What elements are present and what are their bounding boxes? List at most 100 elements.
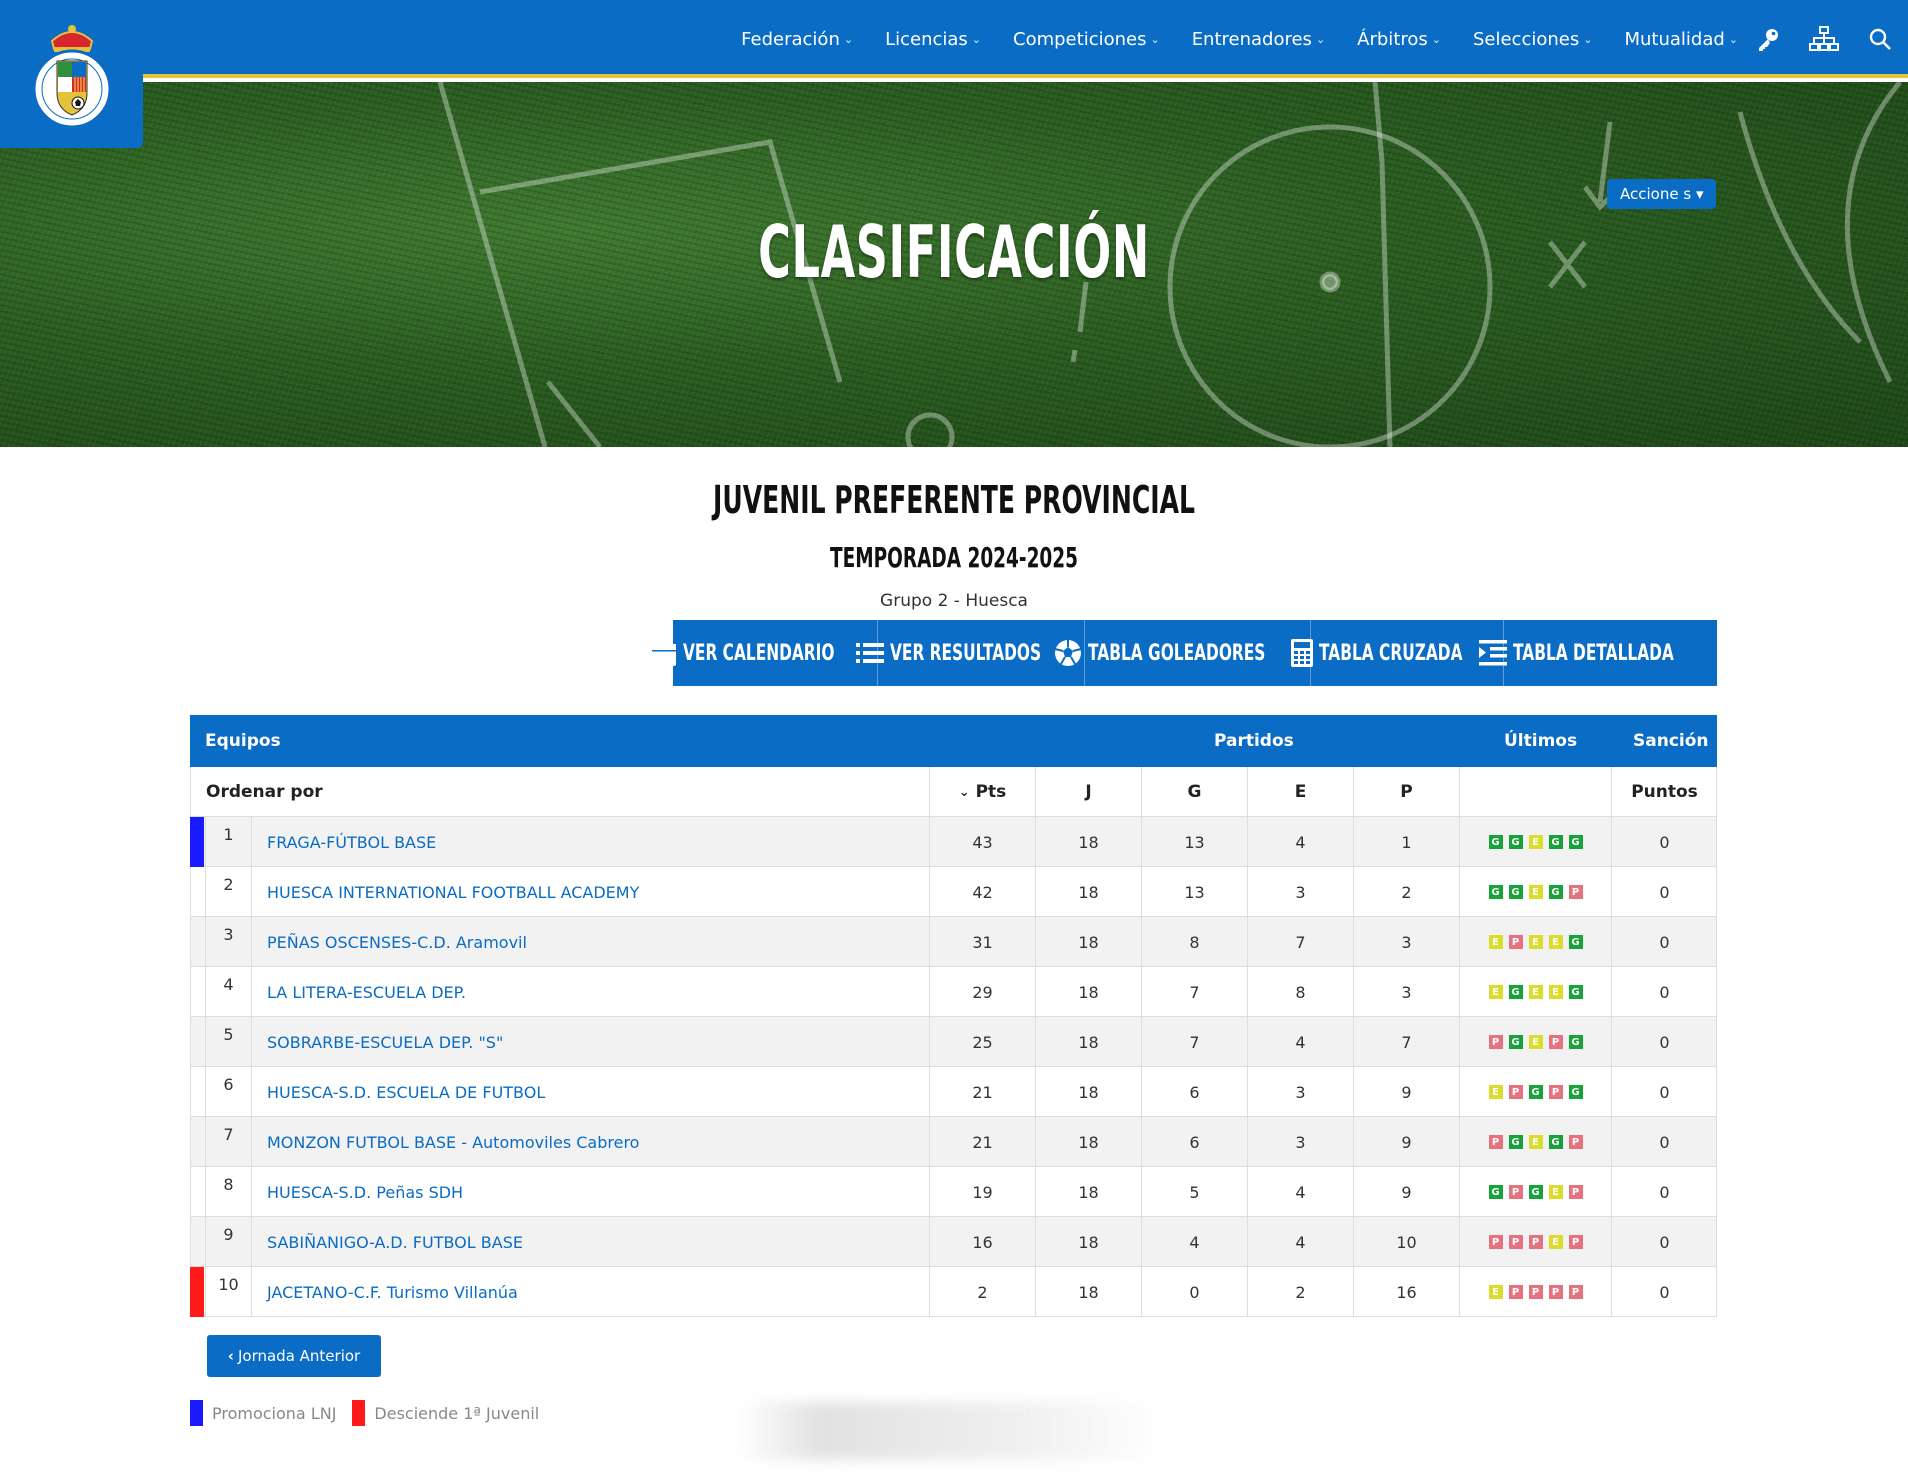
points-header: Puntos [1611,767,1717,817]
cross-table-button[interactable]: TABLA CRUZADA [1290,620,1504,686]
team-link[interactable]: HUESCA-S.D. ESCUELA DE FUTBOL [251,1067,929,1117]
result-badge: G [1548,835,1563,849]
team-link[interactable]: LA LITERA-ESCUELA DEP. [251,967,929,1017]
team-link[interactable]: SABIÑANIGO-A.D. FUTBOL BASE [251,1217,929,1267]
position-cell: 1 [205,817,251,867]
sanction-cell: 0 [1611,1217,1717,1267]
team-link[interactable]: FRAGA-FÚTBOL BASE [251,817,929,867]
calendar-icon [651,640,676,666]
nav-selecciones[interactable]: Selecciones ⌄ [1473,29,1592,50]
result-badge: G [1508,835,1523,849]
form-cell: EGEEG [1459,967,1611,1017]
result-badge: E [1488,1085,1503,1099]
pts-cell: 42 [929,867,1035,917]
top-scorers-button[interactable]: TABLA GOLEADORES [1054,620,1311,686]
p-cell: 7 [1353,1017,1459,1067]
j-cell: 18 [1035,1217,1141,1267]
result-badge: E [1548,985,1563,999]
sort-e-header[interactable]: E [1247,767,1353,817]
detailed-table-button[interactable]: TABLA DETALLADA [1478,620,1717,686]
competition-title: JUVENIL PREFERENTE PROVINCIAL [713,478,1195,522]
nav-label: Entrenadores [1191,28,1312,50]
top-navbar: Federación ⌄ Licencias ⌄ Competiciones ⌄ En… [0,0,1908,78]
season-label: TEMPORADA 2024-2025 [829,541,1079,574]
sort-pts-header[interactable]: ⌄ Pts [929,767,1035,817]
result-badge: P [1488,1235,1503,1249]
legend-relegate: Desciende 1ª Juvenil [352,1400,539,1426]
chevron-down-icon: ⌄ [1150,32,1160,46]
team-link[interactable]: HUESCA-S.D. Peñas SDH [251,1167,929,1217]
promote-marker [190,817,204,867]
sanction-cell: 0 [1611,1167,1717,1217]
row-marker [190,917,204,967]
g-cell: 6 [1141,1067,1247,1117]
result-badge: G [1528,1185,1543,1199]
view-calendar-button[interactable]: VER CALENDARIO [651,620,878,686]
last-results: GPGEP [1488,1185,1583,1199]
last-results: EGEEG [1488,985,1583,999]
team-link[interactable]: SOBRARBE-ESCUELA DEP. "S" [251,1017,929,1067]
result-badge: E [1528,835,1543,849]
result-badge: G [1488,885,1503,899]
g-cell: 13 [1141,867,1247,917]
previous-matchday-button[interactable]: ‹ Jornada Anterior [207,1335,381,1377]
chevron-down-icon: ⌄ [843,32,854,46]
federation-logo[interactable] [0,0,143,148]
sanction-cell: 0 [1611,1117,1717,1167]
j-cell: 18 [1035,867,1141,917]
nav-label: Árbitros [1357,28,1428,50]
sanction-cell: 0 [1611,1067,1717,1117]
j-cell: 18 [1035,917,1141,967]
result-badge: E [1528,985,1543,999]
nav-competiciones[interactable]: Competiciones ⌄ [1013,29,1160,50]
chevron-down-icon: ⌄ [1583,32,1593,46]
p-cell: 9 [1353,1167,1459,1217]
nav-label: Licencias [885,28,968,50]
table-row: 10 JACETANO-C.F. Turismo Villanúa 2 18 0 2 16 E… [190,1267,1717,1317]
promote-swatch [190,1400,203,1426]
p-cell: 2 [1353,867,1459,917]
team-link[interactable]: HUESCA INTERNATIONAL FOOTBALL ACADEMY [251,867,929,917]
key-icon[interactable] [1740,0,1796,78]
result-badge: G [1548,1135,1563,1149]
team-link[interactable]: MONZON FUTBOL BASE - Automoviles Cabrero [251,1117,929,1167]
result-badge: P [1488,1035,1503,1049]
button-label: TABLA DETALLADA [1512,640,1674,666]
result-badge: P [1508,1085,1523,1099]
search-icon[interactable] [1852,0,1908,78]
e-cell: 4 [1247,1167,1353,1217]
sort-p-header[interactable]: P [1353,767,1459,817]
actions-dropdown[interactable]: Accione s ▾ [1607,179,1717,209]
result-badge: G [1548,885,1563,899]
team-link[interactable]: PEÑAS OSCENSES-C.D. Aramovil [251,917,929,967]
sitemap-icon[interactable] [1796,0,1852,78]
e-cell: 3 [1247,1067,1353,1117]
row-marker [190,1167,204,1217]
e-cell: 4 [1247,1017,1353,1067]
nav-licencias[interactable]: Licencias ⌄ [885,29,981,50]
group-label: Grupo 2 - Huesca [880,591,1028,611]
sort-j-header[interactable]: J [1035,767,1141,817]
p-cell: 16 [1353,1267,1459,1317]
nav-arbitros[interactable]: Árbitros ⌄ [1357,29,1441,50]
standings-table: Equipos Partidos Últimos Sanción Ordenar… [190,715,1717,1317]
nav-mutualidad[interactable]: Mutualidad ⌄ [1624,29,1738,50]
result-badge: E [1548,1235,1563,1249]
sanction-cell: 0 [1611,1017,1717,1067]
table-row: 2 HUESCA INTERNATIONAL FOOTBALL ACADEMY 42… [190,867,1717,917]
p-cell: 1 [1353,817,1459,867]
nav-federacion[interactable]: Federación ⌄ [741,29,853,50]
last-results: EPEEG [1488,935,1583,949]
result-badge: P [1568,885,1583,899]
result-badge: P [1568,1285,1583,1299]
g-cell: 4 [1141,1217,1247,1267]
legend-label: Promociona LNJ [212,1403,337,1423]
nav-entrenadores[interactable]: Entrenadores ⌄ [1192,29,1325,50]
last-results: EPPPP [1488,1285,1583,1299]
result-badge: E [1488,1285,1503,1299]
team-link[interactable]: JACETANO-C.F. Turismo Villanúa [251,1267,929,1317]
sort-g-header[interactable]: G [1141,767,1247,817]
result-badge: P [1548,1085,1563,1099]
sanction-cell: 0 [1611,1267,1717,1317]
chevron-down-icon: ⌄ [971,32,982,46]
